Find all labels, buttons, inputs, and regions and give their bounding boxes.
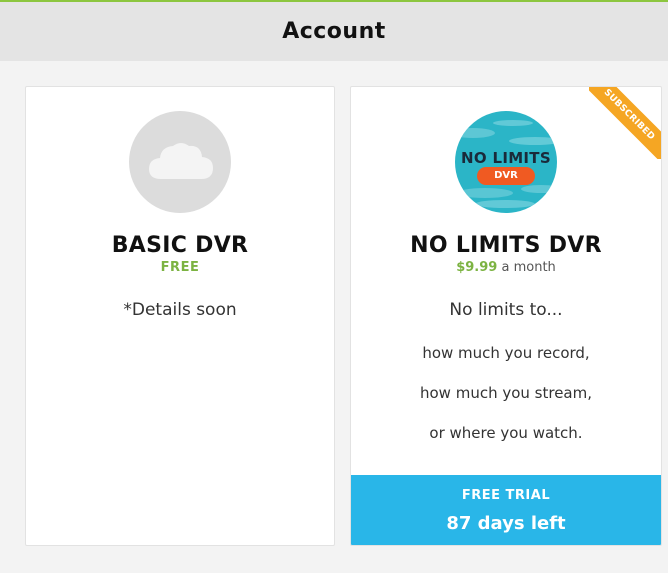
trial-label: FREE TRIAL [461, 488, 551, 503]
feature-line: how much you stream, [419, 384, 593, 402]
plan-name: NO LIMITS DVR [410, 233, 602, 258]
no-limits-dvr-logo: NO LIMITS DVR [455, 111, 557, 213]
trial-days-left: 87 days left [446, 513, 566, 534]
plan-details: *Details soon [123, 300, 237, 320]
page-title: Account [282, 19, 386, 44]
price-suffix: a month [501, 260, 556, 275]
feature-list: No limits to... how much you record, how… [351, 300, 661, 446]
feature-line: or where you watch. [429, 424, 583, 442]
feature-headline: No limits to... [449, 300, 563, 320]
plan-price: FREE [26, 260, 334, 275]
cloud-icon [129, 111, 231, 213]
feature-line: how much you record, [422, 344, 590, 362]
plan-name: BASIC DVR [111, 233, 249, 258]
logo-dvr-badge: DVR [477, 167, 535, 185]
subscribed-ribbon: SUBSCRIBED [589, 87, 661, 159]
price-free-label: FREE [160, 260, 200, 275]
plan-card-basic-dvr[interactable]: BASIC DVR FREE *Details soon [25, 86, 335, 546]
logo-text: NO LIMITS [461, 149, 551, 167]
page-header: Account [0, 2, 668, 61]
ribbon-label: SUBSCRIBED [589, 87, 661, 159]
plan-price: $9.99 a month [351, 260, 661, 275]
price-amount: $9.99 [456, 260, 498, 275]
free-trial-banner[interactable]: FREE TRIAL 87 days left [351, 475, 661, 545]
plan-card-no-limits-dvr[interactable]: NO LIMITS DVR SUBSCRIBED NO LIMITS DVR $… [350, 86, 662, 546]
